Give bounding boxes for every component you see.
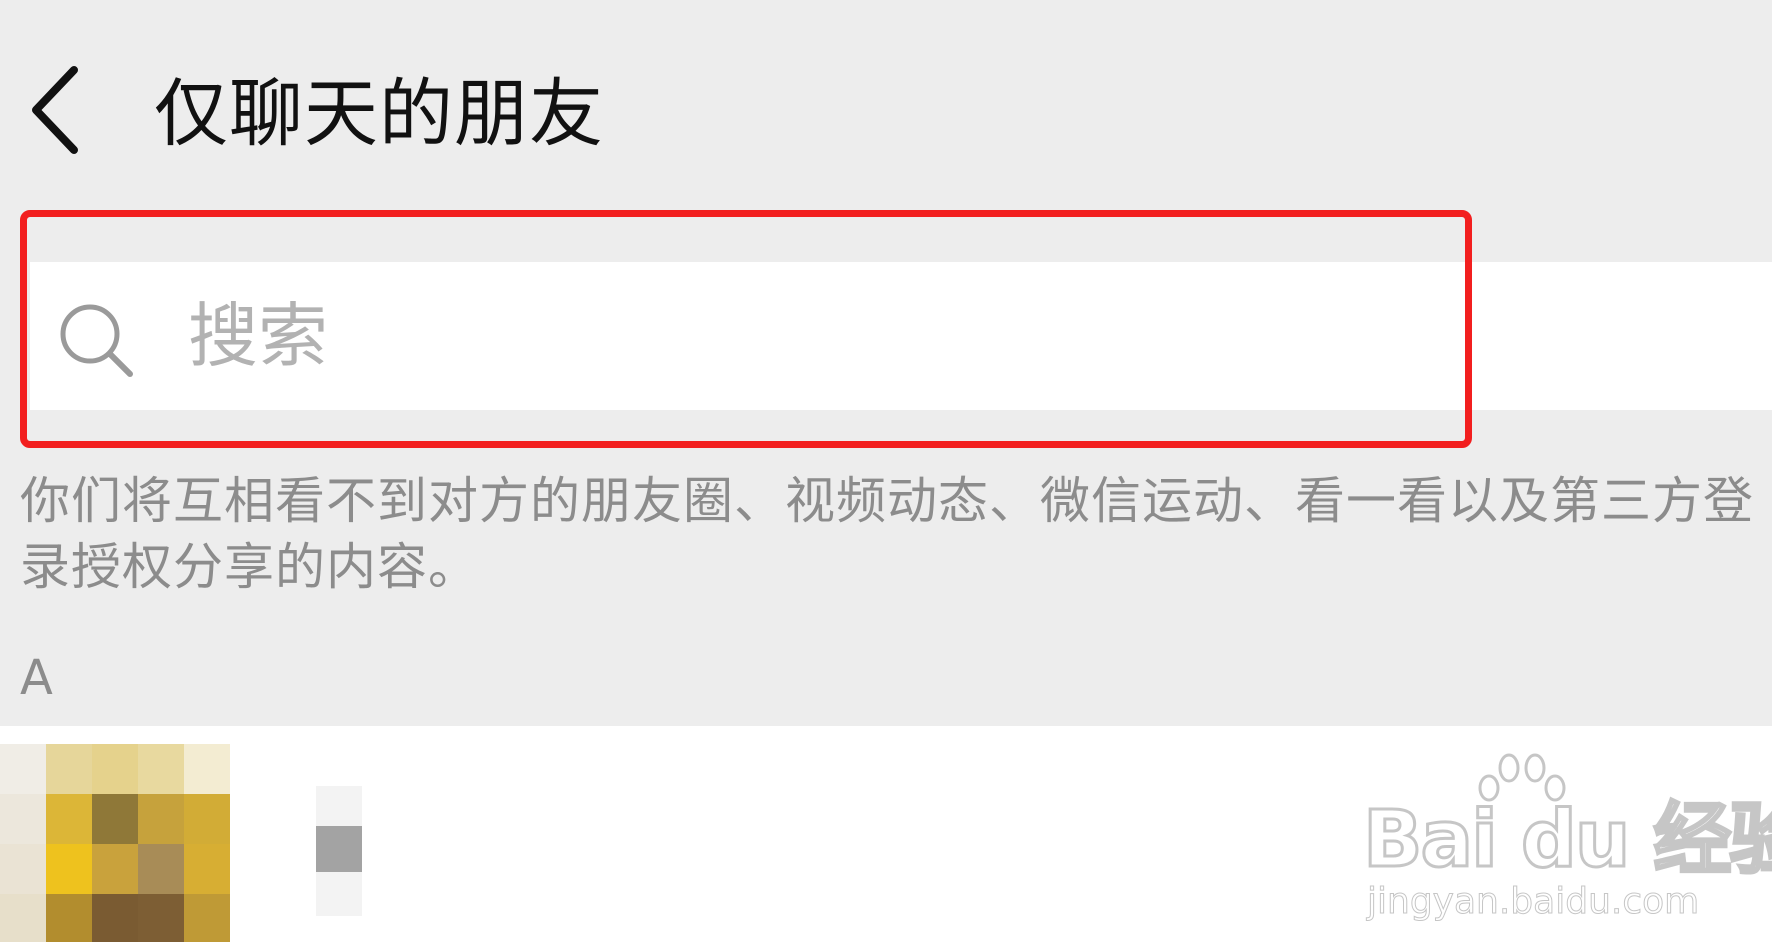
header: 仅聊天的朋友: [0, 0, 1772, 200]
chevron-left-icon: [32, 66, 78, 154]
search-icon: [60, 304, 133, 377]
page-title: 仅聊天的朋友: [154, 71, 604, 157]
section-index-letter: A: [20, 650, 53, 706]
contact-name-redacted: [316, 826, 362, 872]
back-button[interactable]: [22, 62, 92, 158]
privacy-notice: 你们将互相看不到对方的朋友圈、视频动态、微信运动、看一看以及第三方登录授权分享的…: [20, 472, 1754, 596]
search-input[interactable]: [188, 286, 1688, 386]
contact-list-item[interactable]: [0, 726, 1772, 942]
avatar: [0, 744, 230, 942]
search-bar[interactable]: [30, 262, 1772, 410]
